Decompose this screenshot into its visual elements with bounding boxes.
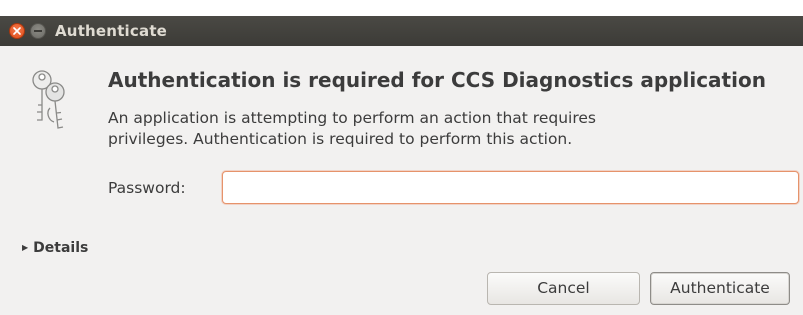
expander-triangle-icon: ▶ [22, 243, 29, 252]
password-field[interactable] [222, 171, 799, 204]
close-icon[interactable] [9, 23, 25, 39]
cancel-button[interactable]: Cancel [487, 272, 640, 305]
minimize-icon[interactable] [30, 23, 46, 39]
details-label: Details [33, 240, 89, 256]
dialog-description: An application is attempting to perform … [108, 108, 788, 150]
titlebar: Authenticate [0, 16, 803, 46]
keys-icon [28, 68, 72, 136]
authenticate-button[interactable]: Authenticate [650, 272, 790, 305]
description-line: privileges. Authentication is required t… [108, 130, 573, 148]
window-title: Authenticate [55, 22, 168, 40]
details-expander[interactable]: ▶ Details [22, 240, 88, 256]
authenticate-dialog: Authenticate Authentication is required … [0, 16, 803, 315]
dialog-heading: Authentication is required for CCS Diagn… [108, 68, 766, 92]
description-line: An application is attempting to perform … [108, 109, 596, 127]
password-label: Password: [108, 179, 186, 197]
